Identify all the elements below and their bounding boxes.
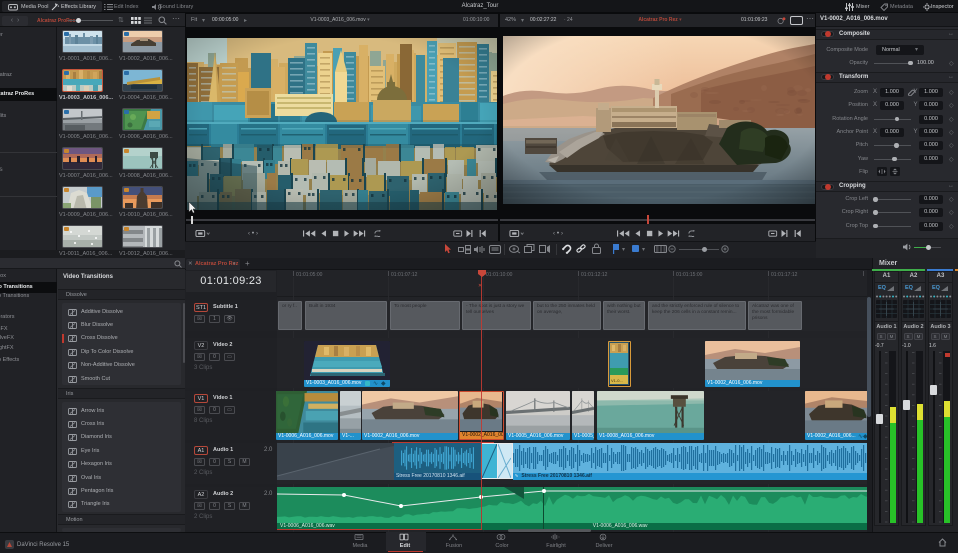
svg-text:V1-0...: V1-0... xyxy=(611,378,623,383)
